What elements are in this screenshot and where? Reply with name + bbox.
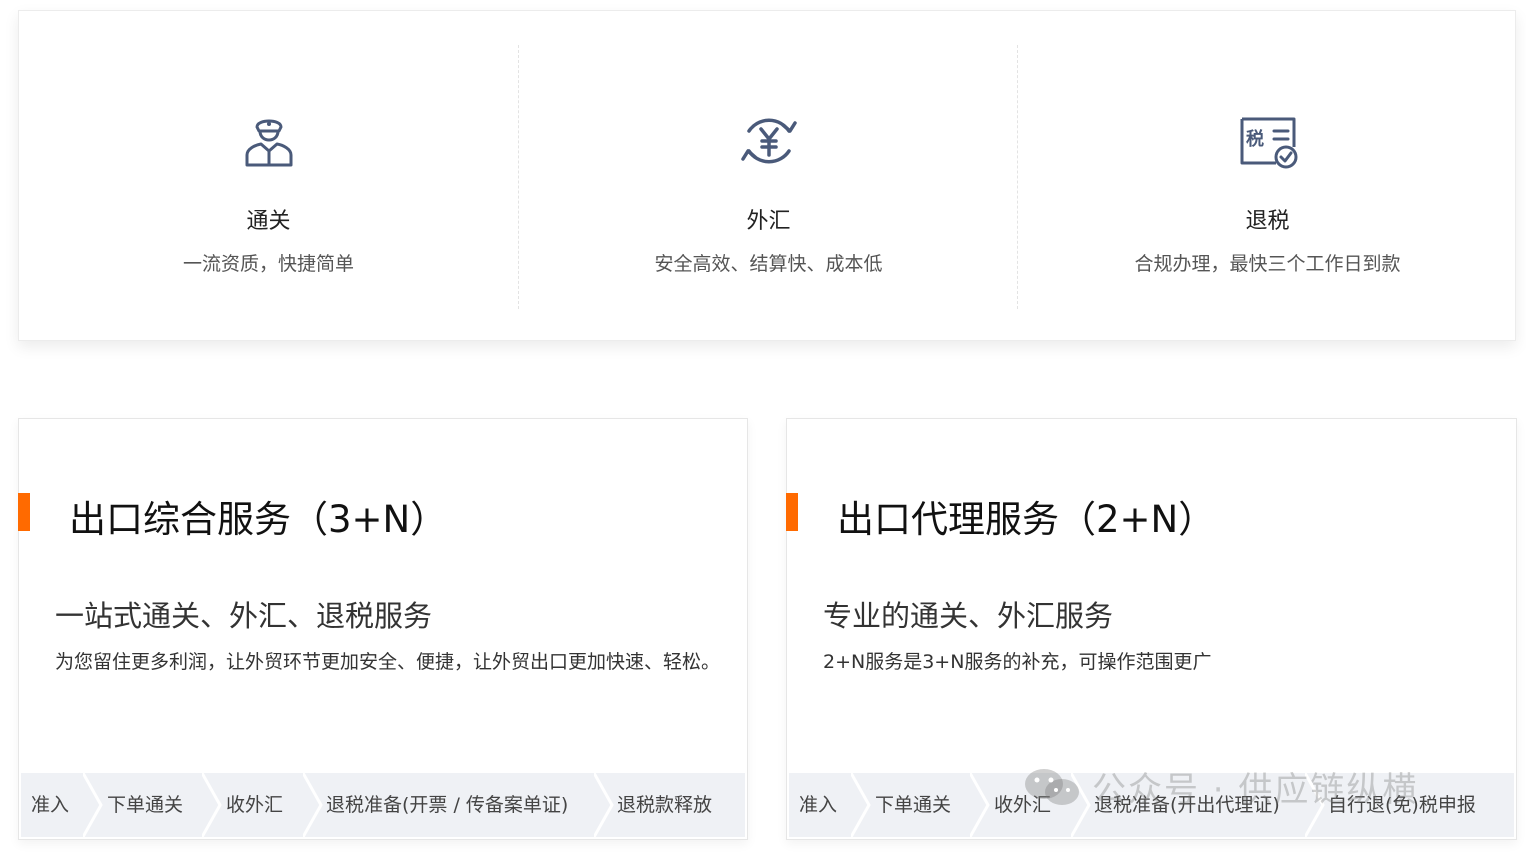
step-separator <box>594 773 614 837</box>
service-title: 出口综合服务（3+N） <box>69 498 448 541</box>
service-subtitle: 一站式通关、外汇、退税服务 <box>55 599 433 633</box>
features-card: 通关 一流资质，快捷简单 外汇 安全高效、结算快、成本低 税 退税 合规办理，最… <box>18 10 1516 341</box>
accent-bar <box>786 493 798 531</box>
feature-tax-refund: 税 退税 合规办理，最快三个工作日到款 <box>1017 45 1517 309</box>
step-separator <box>303 773 323 837</box>
step-separator <box>202 773 222 837</box>
service-card-export-comprehensive[interactable]: 出口综合服务（3+N） 一站式通关、外汇、退税服务 为您留住更多利润，让外贸环节… <box>18 418 748 840</box>
step-label: 退税款释放 <box>617 794 713 816</box>
feature-customs: 通关 一流资质，快捷简单 <box>19 45 518 309</box>
tax-certificate-icon: 税 <box>1240 117 1297 169</box>
step-label: 准入 <box>799 794 838 816</box>
feature-title: 通关 <box>246 209 291 234</box>
feature-desc: 一流资质，快捷简单 <box>182 253 354 275</box>
service-desc: 2+N服务是3+N服务的补充，可操作范围更广 <box>823 651 1212 673</box>
step-label: 准入 <box>31 794 70 816</box>
step-label: 下单通关 <box>107 794 184 816</box>
step-label: 收外汇 <box>226 794 284 816</box>
service-subtitle: 专业的通关、外汇服务 <box>823 599 1114 633</box>
wechat-icon <box>1025 769 1079 805</box>
feature-desc: 安全高效、结算快、成本低 <box>654 253 883 275</box>
service-title: 出口代理服务（2+N） <box>837 498 1216 541</box>
feature-title: 退税 <box>1245 209 1290 234</box>
step-separator <box>83 773 103 837</box>
service-desc: 为您留住更多利润，让外贸环节更加安全、便捷，让外贸出口更加快速、轻松。 <box>55 651 721 673</box>
feature-title: 外汇 <box>746 209 791 234</box>
process-steps: 准入 下单通关 收外汇 退税准备(开票 / 传备案单证) 退税款释放 <box>21 773 745 837</box>
step-separator <box>970 773 990 837</box>
step-label: 退税准备(开票 / 传备案单证) <box>326 794 569 816</box>
feature-forex: 外汇 安全高效、结算快、成本低 <box>518 45 1018 309</box>
step-label: 下单通关 <box>875 794 952 816</box>
step-separator <box>851 773 871 837</box>
feature-desc: 合规办理，最快三个工作日到款 <box>1134 253 1401 275</box>
customs-officer-icon <box>245 119 292 167</box>
yuan-exchange-icon <box>740 118 797 164</box>
watermark-text: 公众号 · 供应链纵横 <box>1092 770 1419 810</box>
svg-text:税: 税 <box>1246 128 1264 150</box>
accent-bar <box>18 493 30 531</box>
